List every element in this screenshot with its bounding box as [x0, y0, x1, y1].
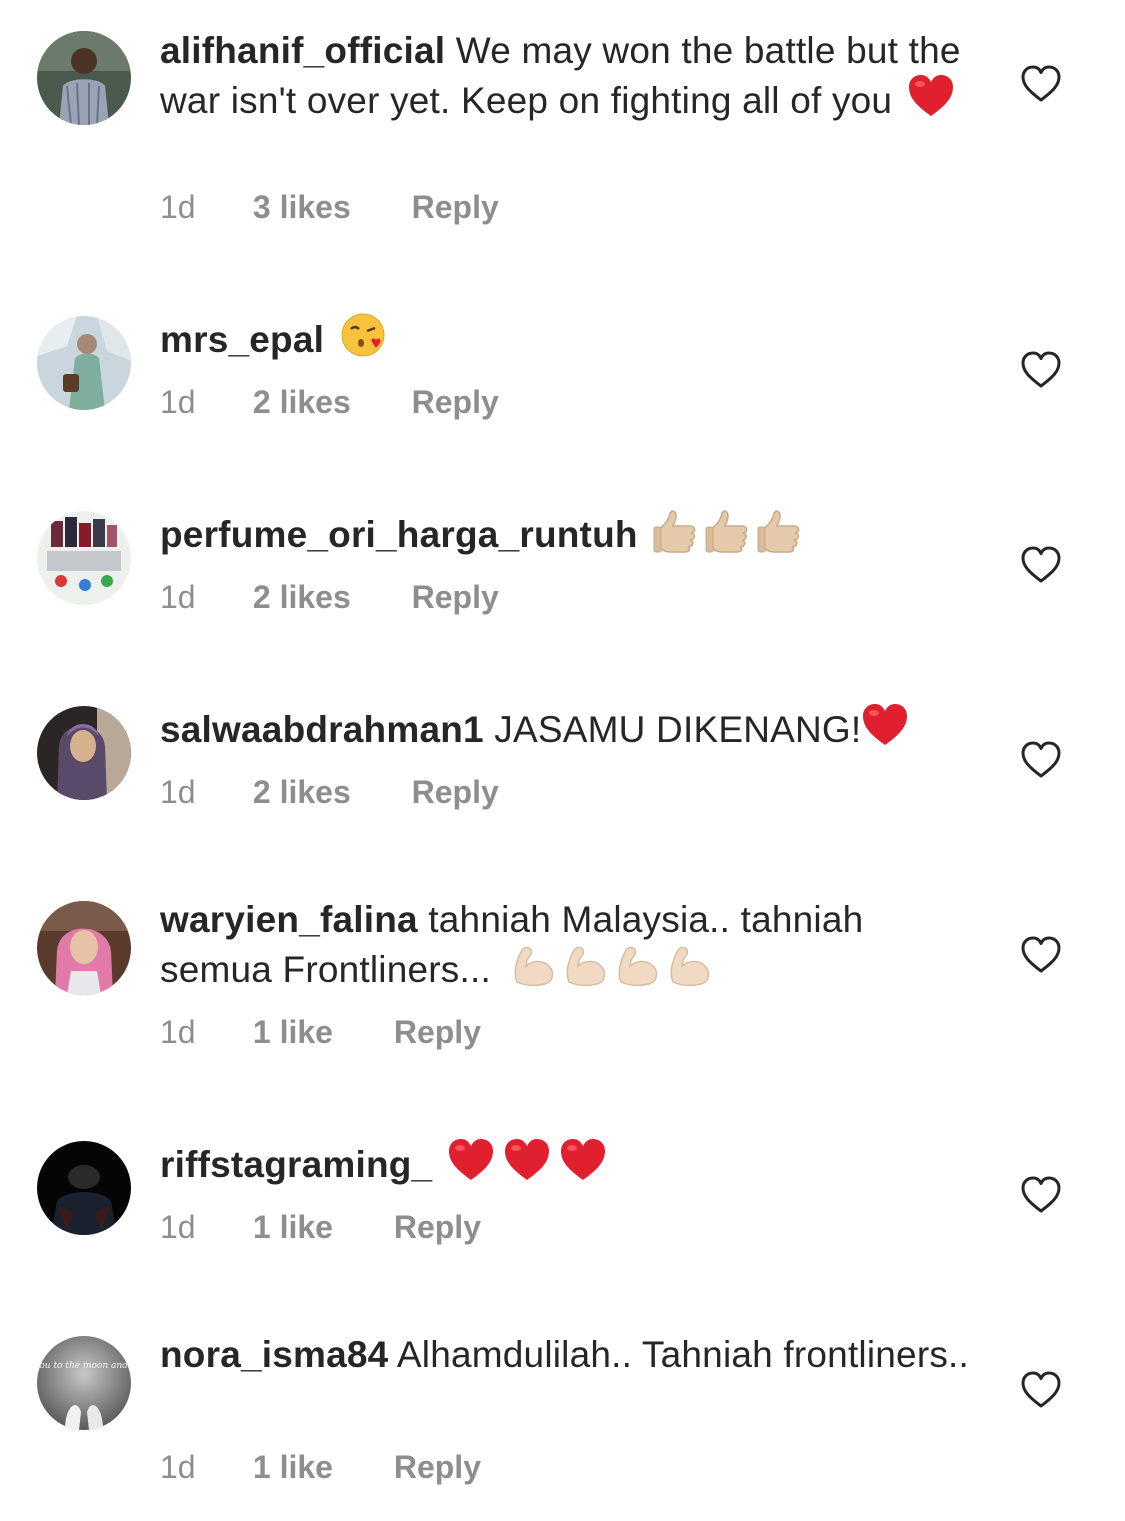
comment-username[interactable]: perfume_ori_harga_runtuh — [160, 514, 638, 555]
comment-time: 1d — [160, 1449, 196, 1485]
reply-button[interactable]: Reply — [394, 1012, 481, 1052]
comment-text: salwaabdrahman1 JASAMU DIKENANG! — [160, 702, 980, 752]
comment-likes[interactable]: 3 likes — [253, 187, 351, 227]
comment-likes[interactable]: 2 likes — [253, 772, 351, 812]
comment-likes[interactable]: 2 likes — [253, 382, 351, 422]
thumbs-up-icon — [756, 507, 804, 553]
comment-likes[interactable]: 1 like — [253, 1447, 333, 1487]
comment-username[interactable]: waryien_falina — [160, 899, 418, 940]
comment-text: alifhanif_official We may won the battle… — [160, 28, 980, 123]
like-heart-icon[interactable] — [1020, 350, 1062, 390]
red-heart-icon — [503, 1137, 551, 1183]
like-heart-icon[interactable] — [1020, 740, 1062, 780]
red-heart-icon — [559, 1137, 607, 1183]
avatar[interactable] — [37, 1141, 131, 1235]
comment-time: 1d — [160, 384, 196, 420]
comment-text: riffstagraming_ — [160, 1137, 980, 1187]
red-heart-icon — [907, 73, 955, 119]
comment-text: nora_isma84 Alhamdulilah.. Tahniah front… — [160, 1332, 980, 1377]
comment-meta: 1d 1 like Reply — [160, 1012, 481, 1052]
like-heart-icon[interactable] — [1020, 1370, 1062, 1410]
comment-body: JASAMU DIKENANG! — [483, 709, 862, 750]
comment-text: perfume_ori_harga_runtuh — [160, 507, 980, 557]
comment-meta: 1d 1 like Reply — [160, 1207, 481, 1247]
reply-button[interactable]: Reply — [394, 1207, 481, 1247]
red-heart-icon — [861, 702, 909, 748]
comment-time: 1d — [160, 579, 196, 615]
comment-text: mrs_epal — [160, 312, 980, 362]
avatar[interactable] — [37, 511, 131, 605]
comment-time: 1d — [160, 189, 196, 225]
flexed-biceps-icon — [561, 942, 609, 988]
thumbs-up-icon — [652, 507, 700, 553]
like-heart-icon[interactable] — [1020, 1175, 1062, 1215]
comment-meta: 1d 2 likes Reply — [160, 772, 499, 812]
comment-meta: 1d 2 likes Reply — [160, 382, 499, 422]
comment-time: 1d — [160, 1014, 196, 1050]
reply-button[interactable]: Reply — [412, 577, 499, 617]
comment-body: Alhamdulilah.. Tahniah frontliners.. — [388, 1334, 970, 1375]
comment-meta: 1d 3 likes Reply — [160, 187, 499, 227]
flexed-biceps-icon — [665, 942, 713, 988]
comment-text: waryien_falina tahniah Malaysia.. tahnia… — [160, 897, 980, 992]
avatar[interactable] — [37, 316, 131, 410]
reply-button[interactable]: Reply — [412, 187, 499, 227]
comment-username[interactable]: alifhanif_official — [160, 30, 445, 71]
comment-username[interactable]: nora_isma84 — [160, 1334, 388, 1375]
avatar[interactable] — [37, 901, 131, 995]
thumbs-up-icon — [704, 507, 752, 553]
comment-meta: 1d 2 likes Reply — [160, 577, 499, 617]
comment-time: 1d — [160, 774, 196, 810]
avatar-caption: love you to the moon and back. — [37, 1361, 131, 1371]
reply-button[interactable]: Reply — [412, 382, 499, 422]
comment-likes[interactable]: 1 like — [253, 1207, 333, 1247]
flexed-biceps-icon — [509, 942, 557, 988]
reply-button[interactable]: Reply — [412, 772, 499, 812]
like-heart-icon[interactable] — [1020, 545, 1062, 585]
comment-likes[interactable]: 2 likes — [253, 577, 351, 617]
comment-time: 1d — [160, 1209, 196, 1245]
comment-username[interactable]: riffstagraming_ — [160, 1144, 432, 1185]
comment-username[interactable]: mrs_epal — [160, 319, 324, 360]
avatar[interactable] — [37, 706, 131, 800]
comment-username[interactable]: salwaabdrahman1 — [160, 709, 484, 750]
like-heart-icon[interactable] — [1020, 64, 1062, 104]
face-blowing-kiss-icon — [339, 312, 387, 358]
red-heart-icon — [447, 1137, 495, 1183]
avatar[interactable]: love you to the moon and back. — [37, 1336, 131, 1430]
comment-likes[interactable]: 1 like — [253, 1012, 333, 1052]
reply-button[interactable]: Reply — [394, 1447, 481, 1487]
comment-meta: 1d 1 like Reply — [160, 1447, 481, 1487]
flexed-biceps-icon — [613, 942, 661, 988]
avatar[interactable] — [37, 31, 131, 125]
like-heart-icon[interactable] — [1020, 935, 1062, 975]
